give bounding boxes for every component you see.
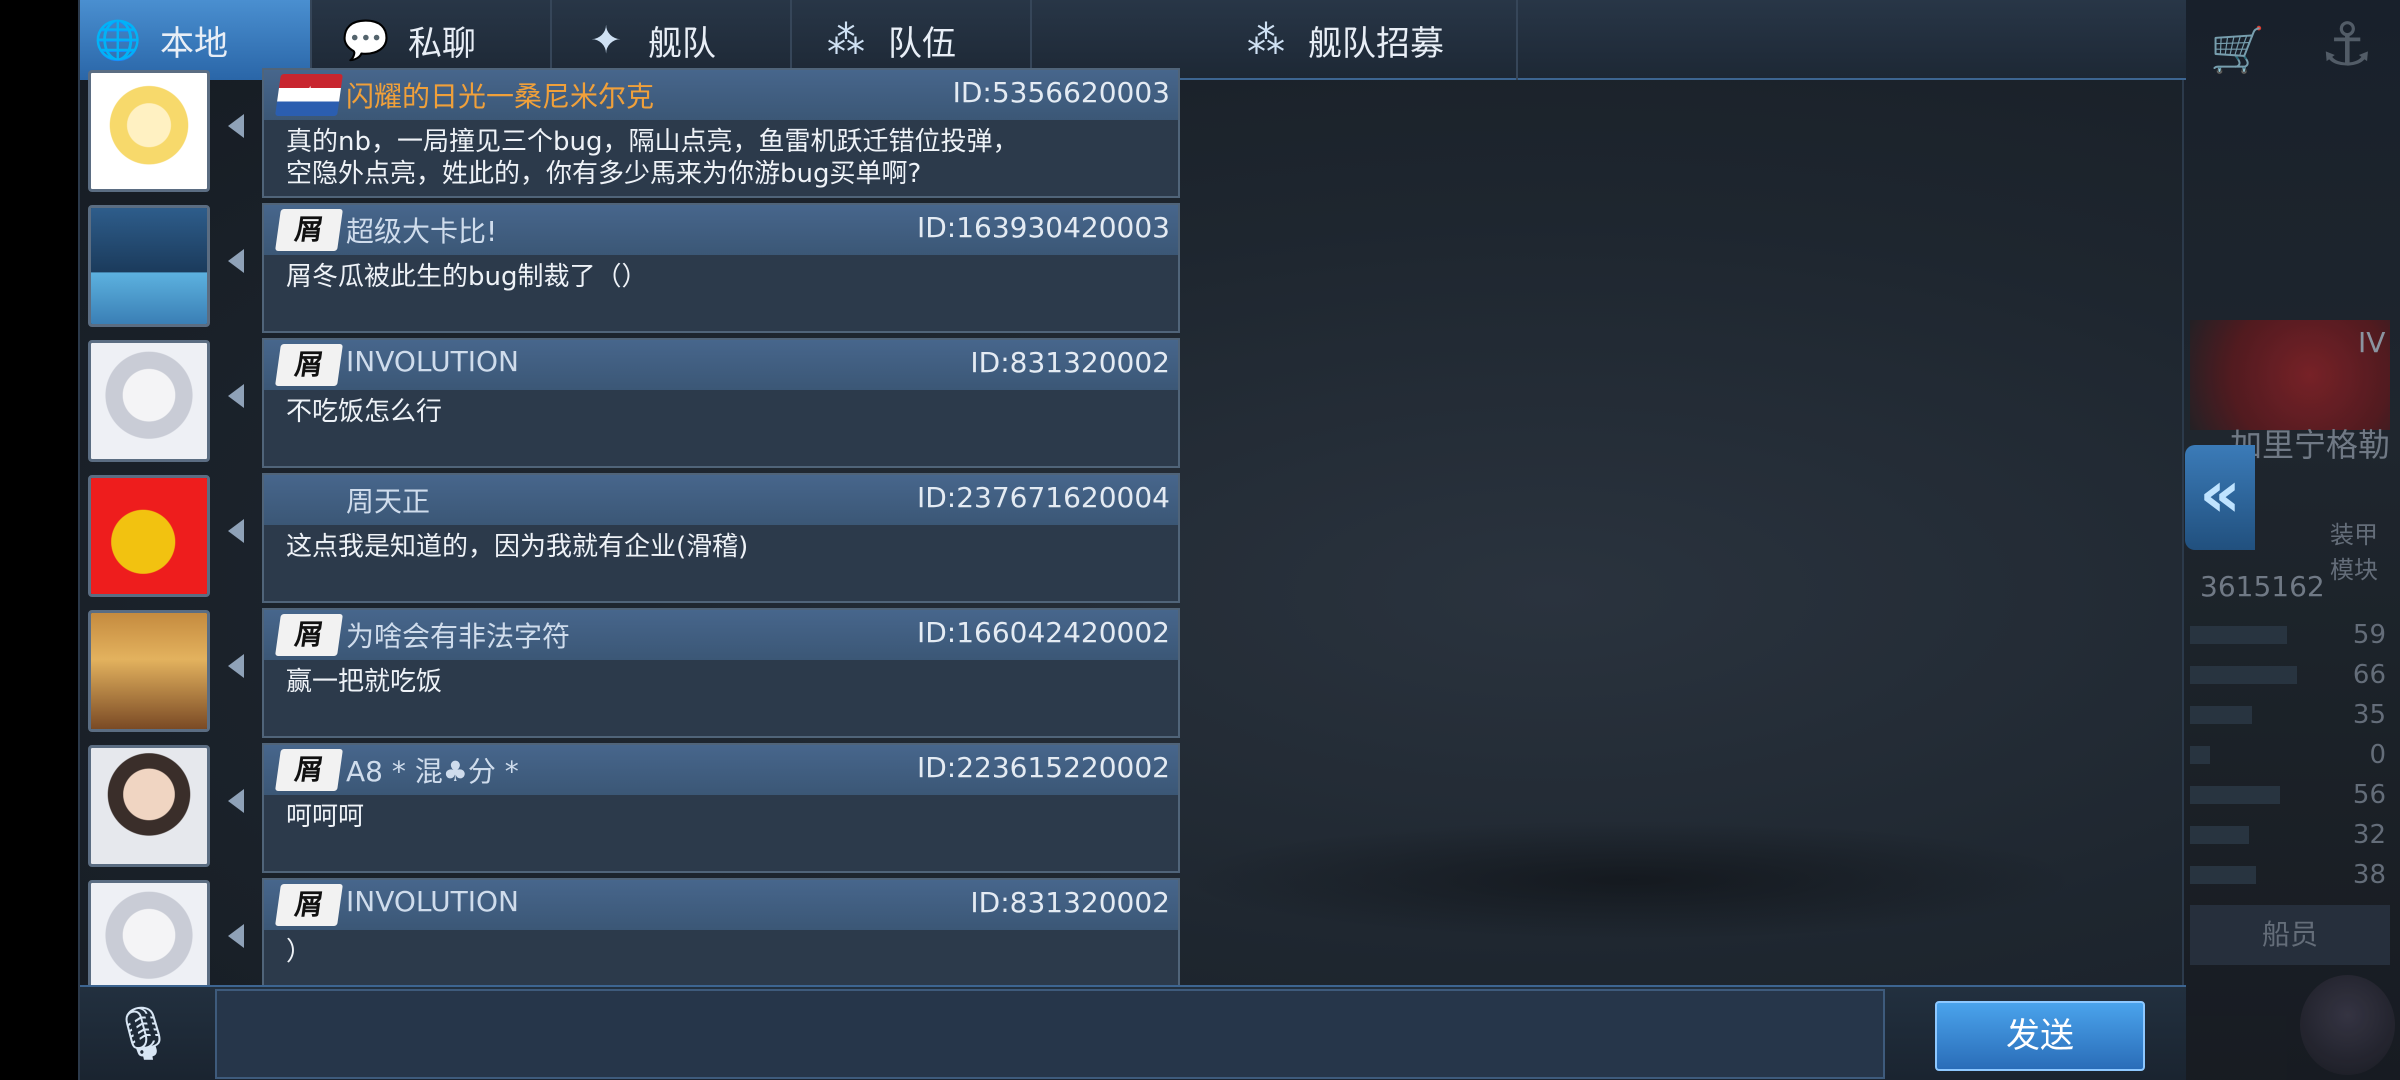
stat-row: 66: [2180, 660, 2400, 690]
stat-bar: [2190, 666, 2297, 684]
chat-input[interactable]: [215, 989, 1885, 1079]
sender-name[interactable]: 超级大卡比!: [346, 210, 497, 250]
bubble-pointer-icon: [228, 789, 244, 813]
bubble-pointer-icon: [228, 924, 244, 948]
stat-row: 56: [2180, 780, 2400, 810]
stat-value: 59: [2352, 620, 2386, 650]
title-badge: 屑: [275, 344, 343, 386]
sender-name[interactable]: 为啥会有非法字符: [346, 615, 570, 655]
stat-value: 66: [2352, 660, 2386, 690]
stat-row: 38: [2180, 860, 2400, 890]
message-text: 真的nb，一局撞见三个bug，隔山点亮，鱼雷机跃迁错位投弹， 空隐外点亮，姓此的…: [286, 127, 1019, 189]
recruit-icon: ⁂: [1247, 18, 1285, 62]
crew-button[interactable]: 船员: [2190, 905, 2390, 965]
chat-message: 屑 INVOLUTION ID:831320002 不吃饭怎么行: [88, 338, 1188, 468]
anchor-icon[interactable]: ⚓: [2320, 10, 2374, 80]
message-bubble: 屑 A8 * 混♣分 * ID:223615220002 呵呵呵: [262, 743, 1180, 873]
anime-girl-avatar[interactable]: [88, 70, 210, 192]
stat-row: 0: [2180, 740, 2400, 770]
chat-message: 周天正 ID:237671620004 这点我是知道的，因为我就有企业(滑稽): [88, 473, 1188, 603]
sender-id: ID:5356620003: [952, 76, 1170, 109]
sender-name[interactable]: 周天正: [346, 480, 430, 520]
message-text: 屑冬瓜被此生的bug制裁了（）: [286, 262, 648, 292]
message-bubble: 屑 INVOLUTION ID:831320002 ）: [262, 878, 1180, 990]
stat-row: 32: [2180, 820, 2400, 850]
boy-photo-avatar[interactable]: [88, 745, 210, 867]
fleet-icon: ✦: [590, 18, 622, 62]
stat-bar: [2190, 826, 2249, 844]
message-text: 不吃饭怎么行: [286, 397, 443, 427]
commander-portrait[interactable]: [2300, 975, 2395, 1075]
sender-id: ID:166042420002: [916, 616, 1170, 649]
sender-name[interactable]: INVOLUTION: [346, 345, 519, 378]
ship-number: 3615162: [2200, 570, 2325, 603]
title-badge: 屑: [275, 749, 343, 791]
message-text: ）: [286, 937, 313, 967]
sender-name[interactable]: 闪耀的日光一桑尼米尔克: [346, 75, 654, 115]
sender-id: ID:223615220002: [916, 751, 1170, 784]
message-bubble: ★ 闪耀的日光一桑尼米尔克 ID:5356620003 真的nb，一局撞见三个bug，…: [262, 68, 1180, 198]
chat-message: 屑 A8 * 混♣分 * ID:223615220002 呵呵呵: [88, 743, 1188, 873]
stat-bar: [2190, 746, 2210, 764]
chat-message: 屑超级大卡比! ID:163930420003 屑冬瓜被此生的bug制裁了（）: [88, 203, 1188, 333]
message-bubble: 屑 INVOLUTION ID:831320002 不吃饭怎么行: [262, 338, 1180, 468]
chat-message: ★ 闪耀的日光一桑尼米尔克 ID:5356620003 真的nb，一局撞见三个bug，…: [88, 68, 1188, 198]
warship-avatar[interactable]: [88, 205, 210, 327]
sender-name[interactable]: INVOLUTION: [346, 885, 519, 918]
shop-cart-icon[interactable]: 🛒: [2210, 24, 2265, 76]
message-text: 这点我是知道的，因为我就有企业(滑稽): [286, 532, 749, 562]
globe-icon: 🌐: [94, 18, 142, 62]
title-badge: 屑: [275, 884, 343, 926]
red-flag-avatar[interactable]: [88, 475, 210, 597]
module-tabs: 装甲 模块: [2330, 521, 2378, 584]
send-button[interactable]: 发送: [1935, 1001, 2145, 1071]
chat-bubble-icon: 💬: [342, 18, 390, 62]
message-bubble: 周天正 ID:237671620004 这点我是知道的，因为我就有企业(滑稽): [262, 473, 1180, 603]
stat-row: 59: [2180, 620, 2400, 650]
stat-bar: [2190, 706, 2252, 724]
message-text: 呵呵呵: [286, 802, 365, 832]
silver-hair-girl-avatar[interactable]: [88, 340, 210, 462]
stat-bar: [2190, 866, 2256, 884]
stat-value: 56: [2352, 780, 2386, 810]
stat-row: 35: [2180, 700, 2400, 730]
sender-name[interactable]: A8 * 混♣分 *: [346, 750, 519, 790]
chat-message: 屑为啥会有非法字符 ID:166042420002 赢一把就吃饭: [88, 608, 1188, 738]
microphone-icon[interactable]: 🎙: [108, 999, 178, 1069]
bubble-pointer-icon: [228, 384, 244, 408]
stat-value: 0: [2369, 740, 2386, 770]
message-text: 赢一把就吃饭: [286, 667, 443, 697]
team-icon: ⁂: [827, 18, 865, 62]
title-badge: 屑: [275, 209, 343, 251]
stat-bar: [2190, 626, 2287, 644]
sender-id: ID:831320002: [970, 886, 1170, 919]
wolf-girl-avatar[interactable]: [88, 610, 210, 732]
sender-id: ID:831320002: [970, 346, 1170, 379]
chat-panel: 🌐 本地 💬 私聊 ✦ 舰队 ⁂ 队伍 ⁂ 舰队招募 ★ 闪耀的日光一桑尼米尔克 I…: [78, 0, 2186, 1080]
stat-value: 38: [2352, 860, 2386, 890]
message-bubble: 屑为啥会有非法字符 ID:166042420002 赢一把就吃饭: [262, 608, 1180, 738]
title-badge: 屑: [275, 614, 343, 656]
collapse-chevron-icon[interactable]: «: [2185, 445, 2255, 550]
stat-value: 35: [2352, 700, 2386, 730]
bubble-pointer-icon: [228, 654, 244, 678]
flag-badge-icon: ★: [275, 74, 343, 116]
message-bubble: 屑超级大卡比! ID:163930420003 屑冬瓜被此生的bug制裁了（）: [262, 203, 1180, 333]
bubble-pointer-icon: [228, 249, 244, 273]
stat-bar: [2190, 786, 2280, 804]
chat-message: 屑 INVOLUTION ID:831320002 ）: [88, 878, 1188, 1002]
bubble-pointer-icon: [228, 114, 244, 138]
stat-value: 32: [2352, 820, 2386, 850]
input-bar: 🎙 发送: [80, 985, 2186, 1080]
bubble-pointer-icon: [228, 519, 244, 543]
silver-hair-girl-avatar[interactable]: [88, 880, 210, 1002]
sender-id: ID:163930420003: [916, 211, 1170, 244]
ship-tier: IV: [2358, 326, 2386, 359]
sender-id: ID:237671620004: [916, 481, 1170, 514]
